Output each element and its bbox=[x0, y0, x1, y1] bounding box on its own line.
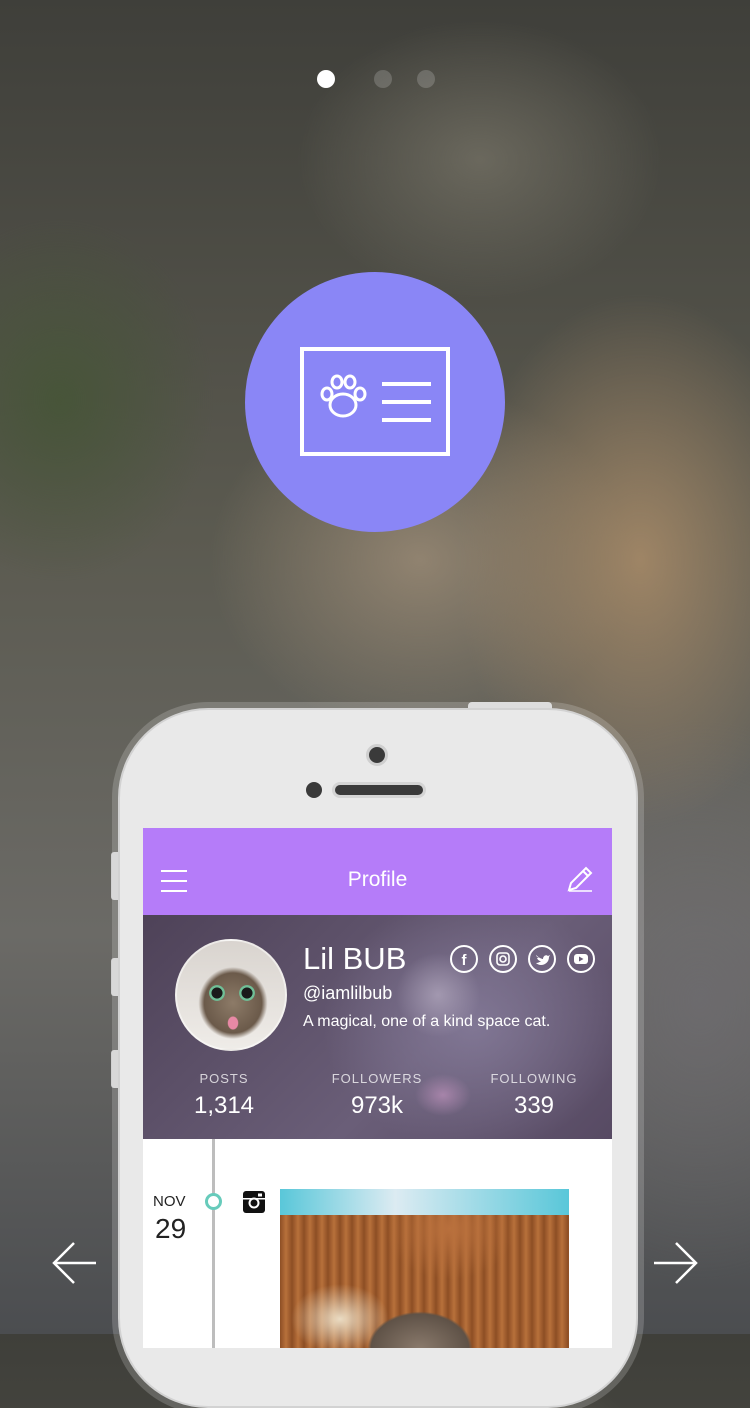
arrow-right-icon[interactable] bbox=[652, 1240, 698, 1286]
page-dot-2[interactable] bbox=[374, 70, 392, 88]
avatar[interactable] bbox=[175, 939, 287, 1051]
instagram-icon[interactable] bbox=[489, 945, 517, 973]
page-dot-3[interactable] bbox=[417, 70, 435, 88]
youtube-icon[interactable] bbox=[567, 945, 595, 973]
hero-icon-circle bbox=[245, 272, 505, 532]
stat-followers[interactable]: FOLLOWERS 973k bbox=[312, 1071, 442, 1120]
timeline-line bbox=[212, 1139, 215, 1348]
pencil-edit-icon[interactable] bbox=[565, 864, 595, 894]
twitter-icon[interactable] bbox=[528, 945, 556, 973]
phone-speaker bbox=[332, 782, 426, 798]
id-card-paw-icon bbox=[300, 347, 450, 456]
profile-header: Lil BUB @iamlilbub A magical, one of a k… bbox=[143, 915, 612, 1139]
page-indicator bbox=[0, 70, 750, 90]
phone-camera bbox=[366, 744, 388, 766]
profile-name: Lil BUB bbox=[303, 941, 407, 976]
profile-bio: A magical, one of a kind space cat. bbox=[303, 1013, 551, 1030]
stat-following[interactable]: FOLLOWING 339 bbox=[469, 1071, 599, 1120]
timeline-dot bbox=[205, 1193, 222, 1210]
post-photo[interactable] bbox=[280, 1189, 569, 1348]
phone-screen: Profile Lil BUB @iamlilbub A magical, on… bbox=[143, 828, 612, 1348]
profile-handle: @iamlilbub bbox=[303, 983, 393, 1003]
facebook-icon[interactable]: f bbox=[450, 945, 478, 973]
post-month: NOV bbox=[153, 1193, 186, 1210]
post-day: 29 bbox=[155, 1213, 187, 1244]
arrow-left-icon[interactable] bbox=[52, 1240, 98, 1286]
phone-sensor bbox=[306, 782, 322, 798]
page-dot-1[interactable] bbox=[317, 70, 335, 88]
svg-text:f: f bbox=[462, 952, 468, 969]
timeline-feed: NOV 29 bbox=[143, 1139, 612, 1348]
instagram-icon bbox=[243, 1191, 265, 1213]
app-header: Profile bbox=[143, 828, 612, 915]
stat-posts[interactable]: POSTS 1,314 bbox=[159, 1071, 289, 1120]
